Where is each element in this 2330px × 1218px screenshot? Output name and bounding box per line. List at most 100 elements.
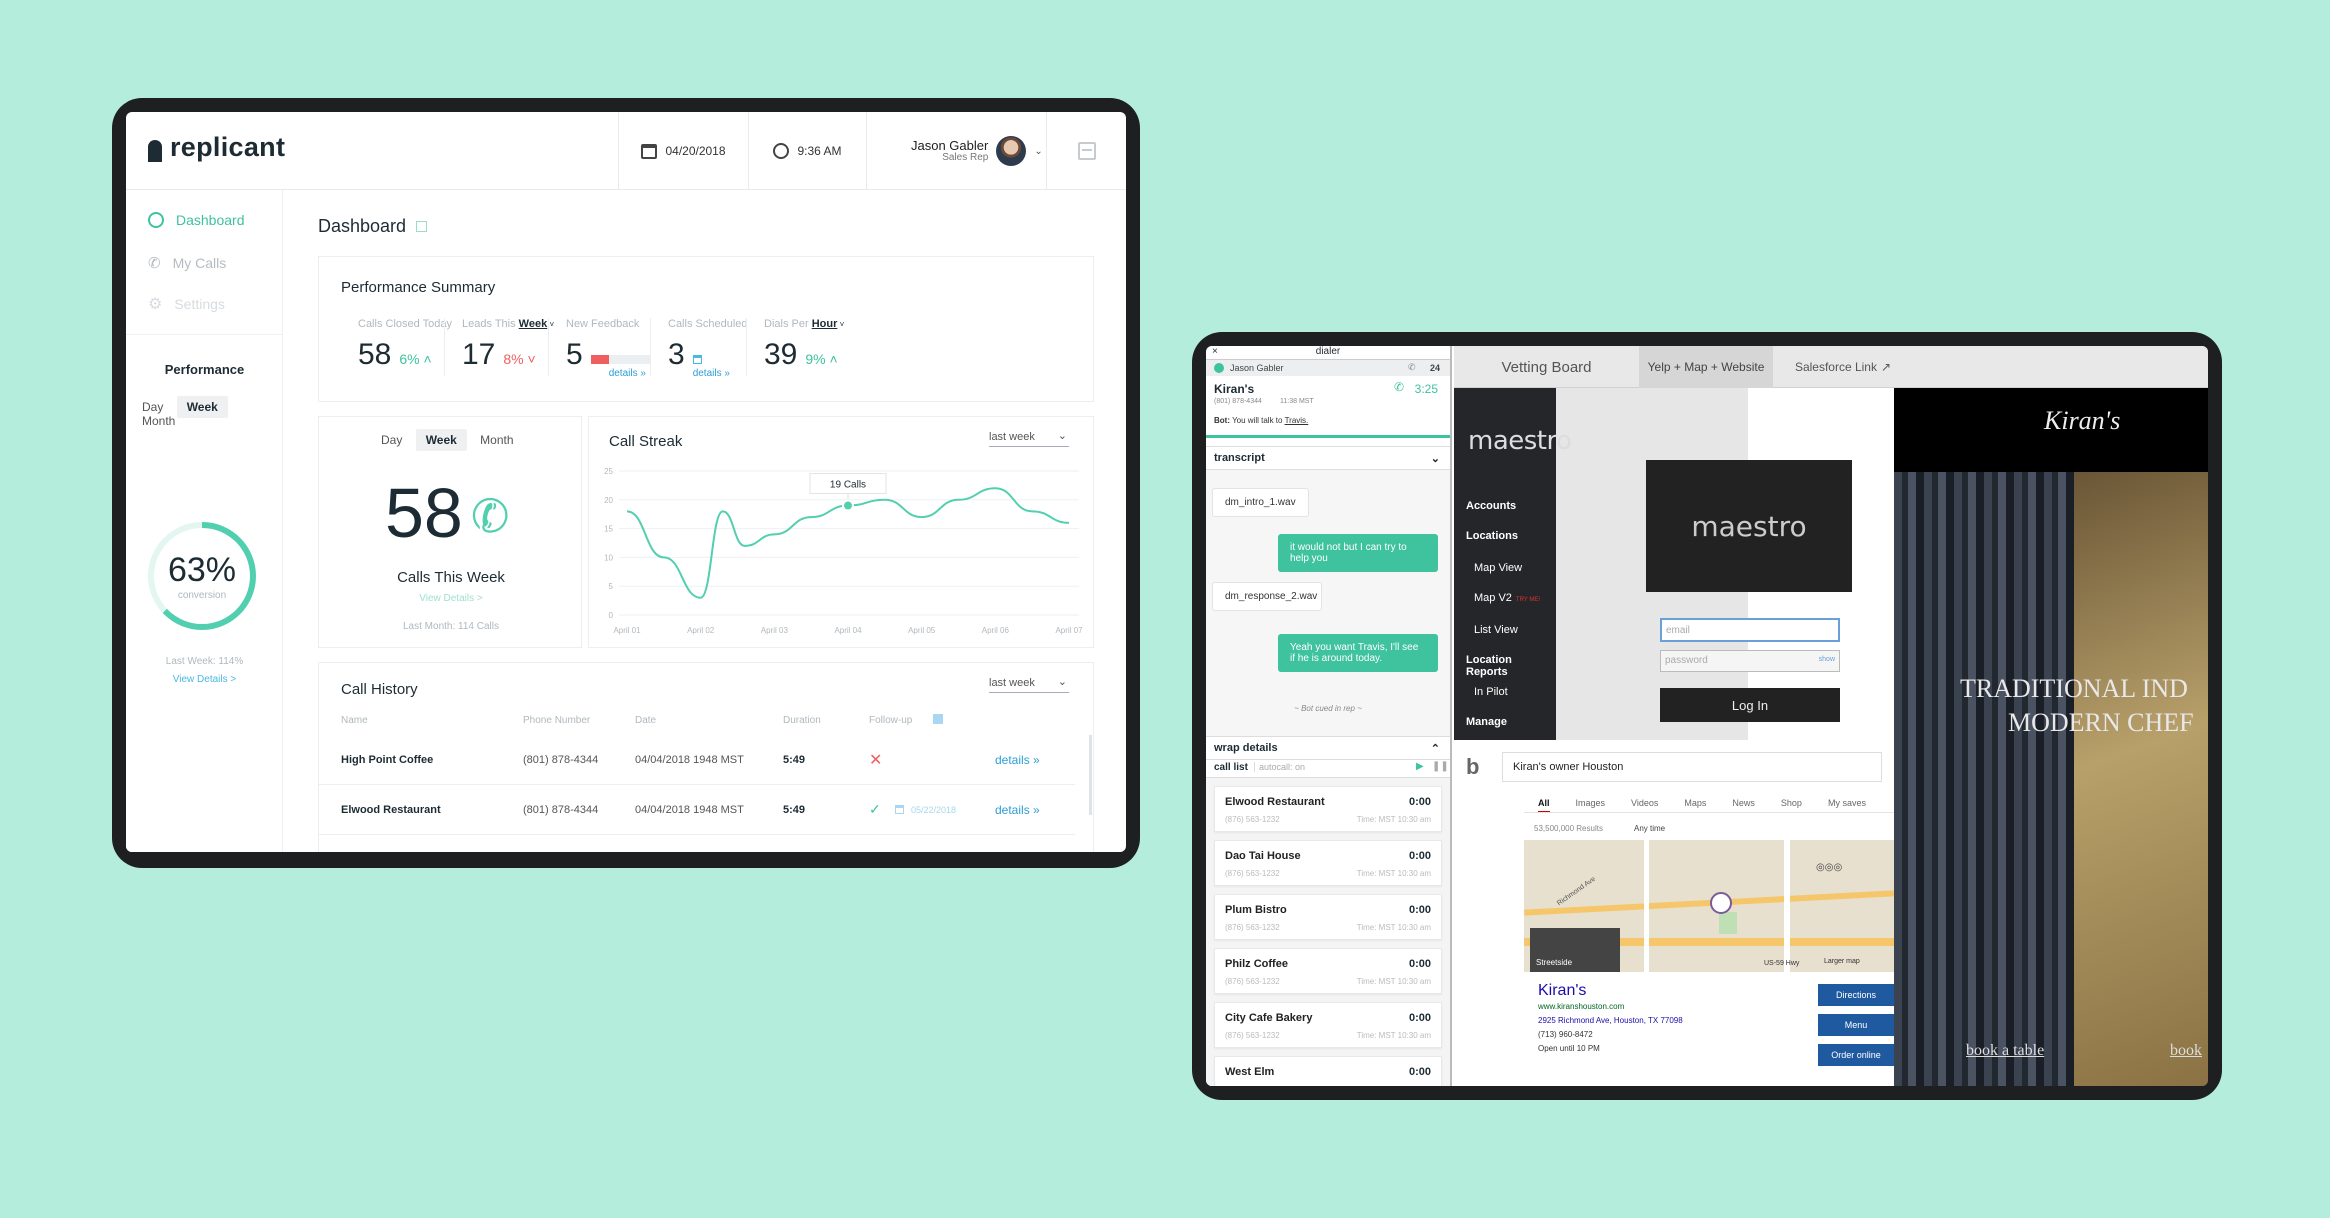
maestro-nav-item[interactable]: Location Reports — [1466, 654, 1556, 678]
logout-button[interactable] — [1046, 112, 1126, 190]
summary-title: Performance Summary — [341, 279, 496, 296]
maestro-nav-item[interactable]: Manage — [1466, 716, 1507, 728]
table-row[interactable]: High Point Coffee (801) 878-4344 04/04/201… — [319, 735, 1075, 785]
chevron-down-icon[interactable]: ˅ — [837, 320, 845, 329]
maestro-nav-item[interactable]: Map View — [1474, 562, 1522, 574]
weekly-range-week[interactable]: Week — [415, 429, 467, 451]
maestro-nav-item[interactable]: Accounts — [1466, 500, 1516, 512]
lead-time: Time: MST 10:30 am — [1356, 923, 1431, 932]
wrap-details-header[interactable]: wrap details ⌃ — [1206, 736, 1450, 760]
search-tab[interactable]: Images — [1576, 798, 1606, 813]
book-table-link[interactable]: book a table — [1966, 1042, 2044, 1060]
search-tab[interactable]: Shop — [1781, 798, 1802, 813]
stat-details-link[interactable]: details » — [591, 368, 651, 379]
time-filter[interactable]: Any time — [1634, 824, 1665, 833]
call-list-item[interactable]: Philz Coffee 0:00 (876) 563-1232 Time: MST … — [1214, 948, 1442, 994]
row-details-link[interactable]: details » — [995, 803, 1040, 817]
sidebar-item-my-calls[interactable]: ✆ My Calls — [148, 254, 226, 272]
feedback-progress-bar — [590, 355, 651, 364]
map[interactable]: Streetside Larger map US-59 Hwy Richmond… — [1524, 840, 1894, 972]
info-icon[interactable] — [416, 221, 428, 232]
stat-period-link[interactable]: Hour — [812, 318, 838, 330]
business-action-button[interactable]: Order online — [1818, 1044, 1894, 1066]
bot-link[interactable]: Travis. — [1285, 416, 1309, 425]
row-details-link[interactable]: details » — [995, 753, 1040, 767]
tab-yelp-map-website[interactable]: Yelp + Map + Website — [1639, 346, 1773, 388]
play-icon[interactable]: ▶ — [1416, 761, 1424, 772]
site-logo[interactable]: Kiran's — [2044, 406, 2120, 436]
performance-range-toggle[interactable]: Day Week Month — [132, 396, 282, 428]
row-name: High Point Coffee — [341, 753, 434, 766]
bot-audio-message[interactable]: dm_intro_1.wav — [1212, 488, 1309, 517]
new-badge: TRY ME! — [1515, 597, 1541, 603]
stat-details-link[interactable]: details » — [693, 368, 730, 379]
pause-icon[interactable]: ❚❚ — [1432, 761, 1449, 772]
streetside-button[interactable]: Streetside — [1530, 928, 1620, 972]
bot-label: Bot: — [1214, 416, 1230, 425]
search-tab[interactable]: My saves — [1828, 798, 1866, 813]
user-menu[interactable]: Jason Gabler Sales Rep ⌄ — [866, 112, 1046, 190]
business-name-link[interactable]: Kiran's — [1538, 982, 1586, 1000]
lead-duration: 0:00 — [1408, 904, 1431, 916]
call-list-item[interactable]: City Cafe Bakery 0:00 (876) 563-1232 Time: … — [1214, 1002, 1442, 1048]
sidebar-item-dashboard[interactable]: Dashboard — [148, 212, 245, 228]
history-scrollbar[interactable] — [1089, 735, 1092, 815]
row-name: Elwood Restaurant — [341, 803, 441, 816]
rep-message[interactable]: Yeah you want Travis, I'll see if he is … — [1278, 634, 1438, 672]
weekly-range-day[interactable]: Day — [371, 429, 412, 451]
highlight-point[interactable] — [842, 499, 854, 512]
maestro-nav-item[interactable]: Map V2 TRY ME! — [1474, 592, 1540, 604]
password-field[interactable]: password show — [1660, 650, 1840, 672]
chevron-down-icon[interactable]: ⌄ — [1034, 146, 1042, 157]
business-url[interactable]: www.kiranshouston.com — [1538, 1002, 1624, 1011]
table-row[interactable]: Black Smoke Cafe(801) 878-434404/04/2018… — [319, 835, 1075, 853]
lead-duration: 0:00 — [1408, 850, 1431, 862]
business-action-button[interactable]: Menu — [1818, 1014, 1894, 1036]
business-action-button[interactable]: Directions — [1818, 984, 1894, 1006]
tab-vetting-board[interactable]: Vetting Board — [1454, 346, 1639, 388]
login-button[interactable]: Log In — [1660, 688, 1840, 722]
maestro-nav-item[interactable]: In Pilot — [1474, 686, 1508, 698]
weekly-range-month[interactable]: Month — [470, 429, 523, 451]
history-range-select[interactable]: last week ⌄ — [989, 676, 1069, 693]
sidebar: Dashboard ✆ My Calls ⚙ Settings Performa… — [126, 190, 283, 852]
map-pin-icon[interactable] — [1710, 892, 1732, 914]
rep-message[interactable]: it would not but I can try to help you — [1278, 534, 1438, 572]
conversion-label: conversion — [177, 590, 227, 601]
call-list-item[interactable]: Elwood Restaurant 0:00 (876) 563-1232 Time:… — [1214, 786, 1442, 832]
show-password-link[interactable]: show — [1819, 656, 1835, 663]
weekly-view-details-link[interactable]: View Details > — [319, 593, 583, 604]
map-controls-icon[interactable]: ◎◎◎ — [1816, 862, 1842, 873]
weekly-range-toggle[interactable]: Day Week Month — [371, 429, 524, 451]
bing-logo-icon: b — [1466, 754, 1480, 779]
call-list-item[interactable]: Dao Tai House 0:00 (876) 563-1232 Time: MST… — [1214, 840, 1442, 886]
larger-map-link[interactable]: Larger map — [1824, 958, 1860, 965]
bot-audio-message[interactable]: dm_response_2.wav — [1212, 582, 1322, 611]
call-list-item[interactable]: West Elm 0:00 — [1214, 1056, 1442, 1086]
brand-logo[interactable]: replicant — [170, 132, 285, 163]
stat-period-link[interactable]: Week — [519, 318, 548, 330]
search-tab[interactable]: All — [1538, 798, 1550, 813]
email-field[interactable]: email — [1660, 618, 1840, 642]
search-tab[interactable]: Videos — [1631, 798, 1658, 813]
time-display: 9:36 AM — [748, 112, 866, 190]
search-input[interactable]: Kiran's owner Houston — [1502, 752, 1882, 782]
sidebar-item-settings[interactable]: ⚙ Settings — [148, 294, 225, 314]
y-tick-label: 25 — [604, 467, 613, 476]
tab-salesforce-link[interactable]: Salesforce Link ↗ — [1773, 346, 1913, 388]
book-link[interactable]: book — [2170, 1042, 2202, 1060]
streak-range-select[interactable]: last week ⌄ — [989, 430, 1069, 447]
view-details-link[interactable]: View Details > — [126, 674, 283, 685]
search-tab[interactable]: News — [1732, 798, 1755, 813]
avatar[interactable] — [996, 136, 1027, 166]
transcript-header[interactable]: transcript ⌄ — [1206, 446, 1450, 470]
performance-title: Performance — [164, 362, 245, 377]
search-tab[interactable]: Maps — [1684, 798, 1706, 813]
table-row[interactable]: Elwood Restaurant (801) 878-4344 04/04/201… — [319, 785, 1075, 835]
maestro-nav-item[interactable]: Locations — [1466, 530, 1518, 542]
call-list-item[interactable]: Plum Bistro 0:00 (876) 563-1232 Time: MST 1… — [1214, 894, 1442, 940]
maestro-nav-item[interactable]: List View — [1474, 624, 1518, 636]
business-address[interactable]: 2925 Richmond Ave, Houston, TX 77098 — [1538, 1016, 1683, 1025]
conversion-ring: 63% conversion — [148, 522, 256, 630]
range-month[interactable]: Month — [132, 410, 185, 432]
